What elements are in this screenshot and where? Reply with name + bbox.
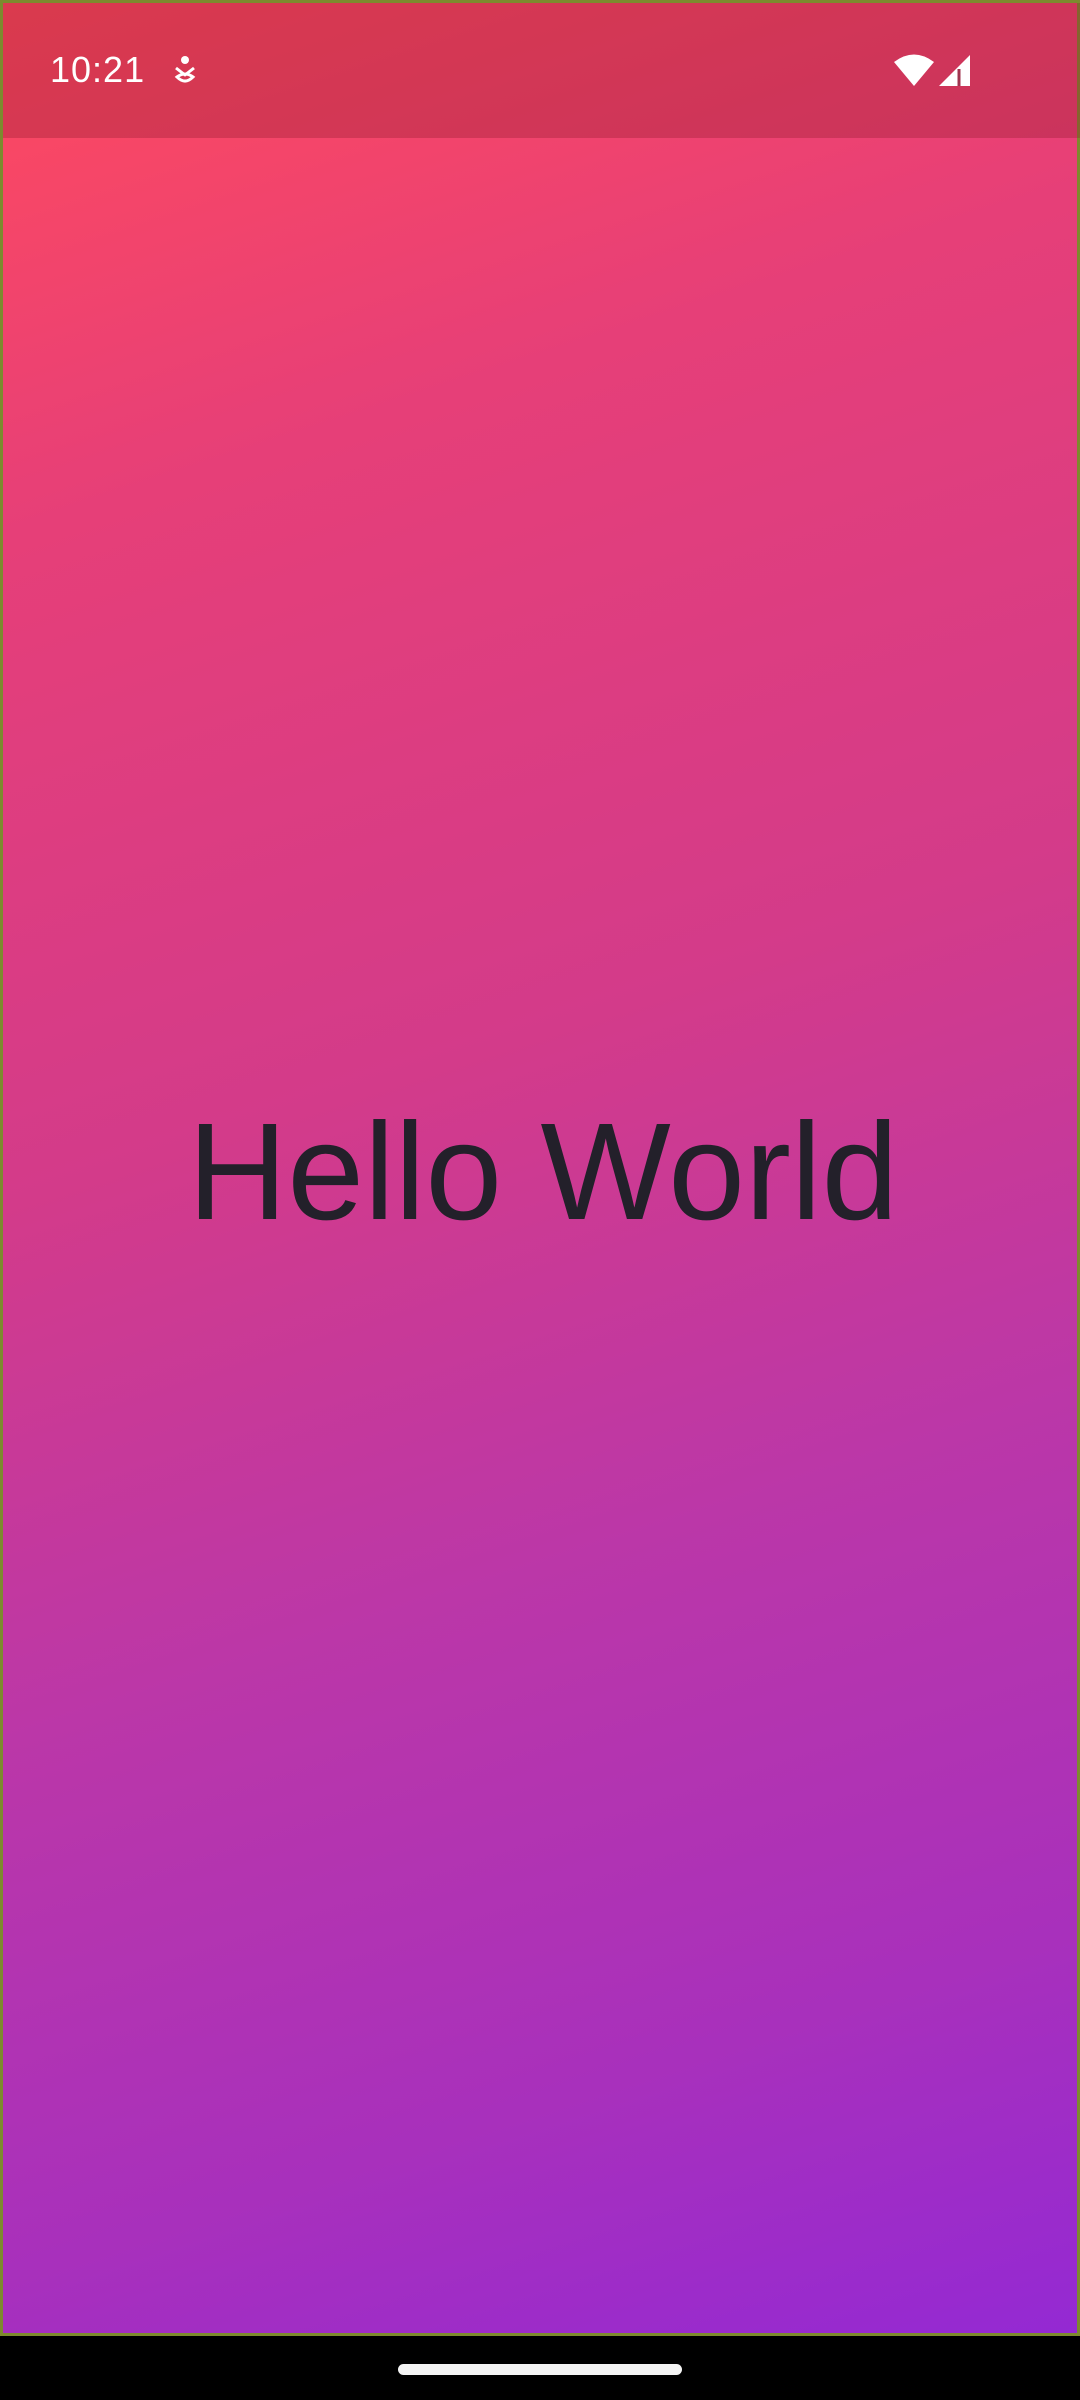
- home-gesture-handle[interactable]: [398, 2364, 682, 2375]
- accessibility-person-icon: [174, 56, 196, 83]
- wifi-icon: [894, 54, 934, 86]
- navigation-bar: [0, 2336, 1080, 2400]
- hello-world-text: Hello World: [187, 1095, 899, 1249]
- status-bar: 10:21: [3, 3, 1080, 138]
- phone-screen: 10:21 Hello World: [0, 0, 1080, 2400]
- cell-signal-icon: [939, 55, 970, 86]
- app-content: 10:21 Hello World: [0, 0, 1080, 2336]
- status-time: 10:21: [50, 49, 146, 90]
